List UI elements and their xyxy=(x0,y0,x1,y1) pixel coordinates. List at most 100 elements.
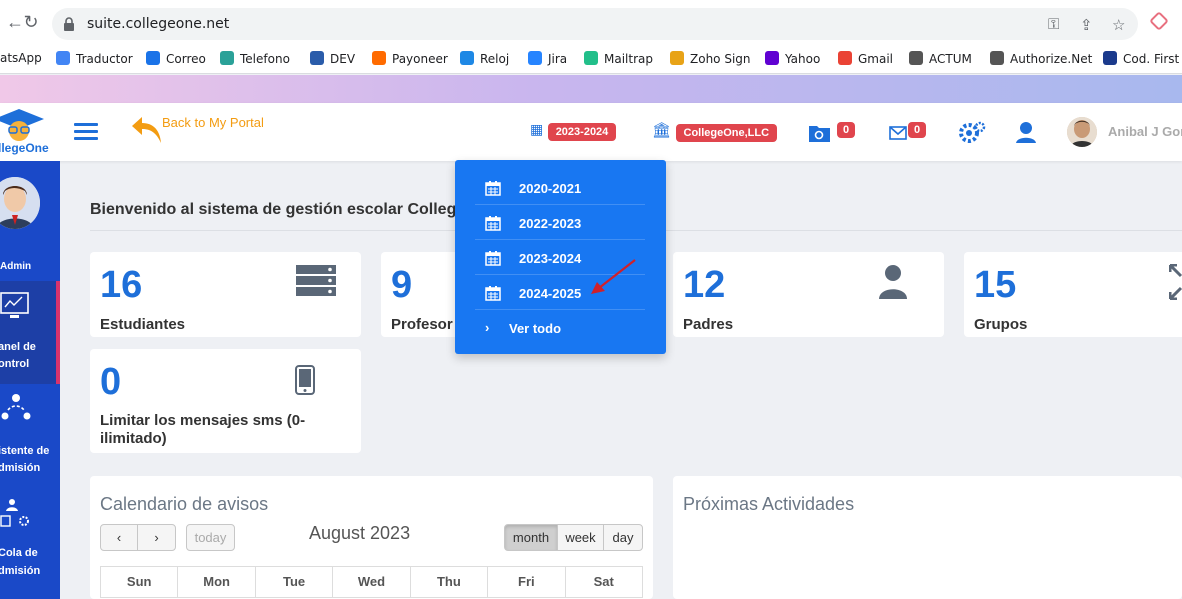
app-header: llegeOne Back to My Portal ▦ 2023-2024 🏛… xyxy=(0,103,1182,161)
weekday-cell: Tue xyxy=(256,567,334,597)
bookmark-6[interactable]: Reloj xyxy=(460,51,509,66)
stat-label: Profesor xyxy=(391,316,453,333)
browser-toolbar: ← ↻ suite.collegeone.net ⚿ ⇪ ☆ xyxy=(0,0,1182,46)
folder-search-icon xyxy=(809,126,830,142)
mobile-phone-icon xyxy=(295,365,315,395)
bookmark-label: Zoho Sign xyxy=(690,52,751,66)
calendar-icon: ▦ xyxy=(530,121,544,137)
key-icon[interactable]: ⚿ xyxy=(1048,16,1059,33)
calendar-view-week-button[interactable]: week xyxy=(557,524,604,551)
bookmark-13[interactable]: Authorize.Net xyxy=(990,51,1092,66)
bookmark-7[interactable]: Jira xyxy=(528,51,567,66)
bookmark-10[interactable]: Yahoo xyxy=(765,51,820,66)
mail-notifications[interactable]: 0 xyxy=(889,117,933,145)
extension-icon[interactable] xyxy=(1149,11,1169,31)
college-selector[interactable]: 🏛 CollegeOne,LLC xyxy=(652,121,778,142)
zoho-icon xyxy=(670,51,684,65)
folder-count-badge: 0 xyxy=(837,122,856,138)
expand-icon xyxy=(1169,264,1182,300)
stat-card-students[interactable]: 16 Estudiantes xyxy=(90,252,361,337)
bookmark-label: Payoneer xyxy=(392,52,448,66)
bookmark-label: Telefono xyxy=(240,52,290,66)
stat-label: Grupos xyxy=(974,316,1028,333)
activities-title: Próximas Actividades xyxy=(683,494,855,514)
star-icon[interactable]: ☆ xyxy=(1112,16,1125,34)
house-icon xyxy=(310,51,324,65)
user-icon xyxy=(879,265,907,299)
users-network-icon xyxy=(1,394,31,420)
collegeone-logo[interactable]: llegeOne xyxy=(0,103,60,161)
settings-gears-icon[interactable] xyxy=(958,120,986,146)
sidebar-avatar[interactable] xyxy=(0,177,40,229)
bookmark-9[interactable]: Zoho Sign xyxy=(670,51,751,66)
bookmark-2[interactable]: Correo xyxy=(146,51,206,66)
bookmark-label: Authorize.Net xyxy=(1010,52,1093,66)
upcoming-activities-panel: Próximas Actividades xyxy=(673,476,1182,599)
share-icon[interactable]: ⇪ xyxy=(1080,16,1093,34)
stat-card-parents[interactable]: 12 Padres xyxy=(673,252,944,337)
bookmark-11[interactable]: Gmail xyxy=(838,51,893,66)
dropdown-see-all-link[interactable]: › Ver todo xyxy=(475,310,645,345)
envelope-icon xyxy=(889,126,907,140)
bookmark-label: Jira xyxy=(548,52,568,66)
stat-label-line2: ilimitado) xyxy=(100,430,167,447)
calendar-view-day-button[interactable]: day xyxy=(603,524,643,551)
calendar-weekday-header: Sun Mon Tue Wed Thu Fri Sat xyxy=(100,566,643,598)
bookmark-12[interactable]: ACTUM xyxy=(909,51,972,66)
jira-icon xyxy=(528,51,542,65)
weekday-cell: Sun xyxy=(101,567,179,597)
mail-icon xyxy=(146,51,160,65)
stat-value: 15 xyxy=(974,264,1017,306)
clock-icon xyxy=(460,51,474,65)
calendar-today-button[interactable]: today xyxy=(186,524,235,551)
menu-toggle-icon[interactable] xyxy=(74,123,98,141)
calendar-icon xyxy=(485,251,501,266)
bookmark-label: atsApp xyxy=(0,51,42,65)
sidebar-item-admission-queue[interactable]: Cola de dmisión xyxy=(0,487,60,597)
calendar-prev-button[interactable]: ‹ xyxy=(100,524,138,551)
folder-notifications[interactable]: 0 xyxy=(808,117,868,145)
weekday-cell: Mon xyxy=(178,567,256,597)
calendar-icon xyxy=(485,286,501,301)
lock-icon xyxy=(64,17,74,31)
bookmark-0[interactable]: atsApp xyxy=(0,51,42,65)
bookmark-label: ACTUM xyxy=(929,52,972,66)
bookmark-1[interactable]: Traductor xyxy=(56,51,133,66)
support-agent-icon[interactable] xyxy=(1015,120,1037,144)
codefirst-icon xyxy=(1103,51,1117,65)
calendar-view-month-button[interactable]: month xyxy=(504,524,558,551)
stat-card-sms-limit[interactable]: 0 Limitar los mensajes sms (0- ilimitado… xyxy=(90,349,361,453)
bookmark-label: Correo xyxy=(166,52,206,66)
bookmark-14[interactable]: Cod. First I xyxy=(1103,51,1182,66)
back-to-portal-link[interactable]: Back to My Portal xyxy=(130,113,264,152)
weekday-cell: Wed xyxy=(333,567,411,597)
sidebar: Admin anel de ontrol istente de dmisión … xyxy=(0,161,60,599)
annotation-arrow-icon xyxy=(591,259,636,294)
yahoo-icon xyxy=(765,51,779,65)
sidebar-item-admission-assistant[interactable]: istente de dmisión xyxy=(0,384,60,487)
cloud-icon xyxy=(220,51,234,65)
google-icon xyxy=(56,51,70,65)
notice-calendar-panel: Calendario de avisos ‹ › today August 20… xyxy=(90,476,653,599)
dropdown-year-item[interactable]: 2020-2021 xyxy=(475,170,645,205)
dashboard-monitor-icon xyxy=(0,292,29,318)
bookmark-3[interactable]: Telefono xyxy=(220,51,290,66)
address-bar[interactable]: suite.collegeone.net ⚿ ⇪ ☆ xyxy=(52,8,1138,40)
stat-card-groups[interactable]: 15 Grupos xyxy=(964,252,1182,337)
stat-value: 0 xyxy=(100,361,122,403)
calendar-next-button[interactable]: › xyxy=(137,524,176,551)
stat-value: 9 xyxy=(391,264,413,306)
bookmark-4[interactable]: DEV xyxy=(310,51,355,66)
bookmark-label: Reloj xyxy=(480,52,510,66)
academic-year-selector[interactable]: ▦ 2023-2024 xyxy=(530,121,617,141)
user-name[interactable]: Anibal J Gon xyxy=(1108,124,1182,139)
bookmark-8[interactable]: Mailtrap xyxy=(584,51,653,66)
sidebar-item-control-panel[interactable]: anel de ontrol xyxy=(0,281,60,384)
dropdown-year-item[interactable]: 2022-2023 xyxy=(475,205,645,240)
calendar-icon xyxy=(485,181,501,196)
bookmark-5[interactable]: Payoneer xyxy=(372,51,448,66)
weekday-cell: Sat xyxy=(593,574,614,589)
bookmark-label: DEV xyxy=(330,52,356,66)
avatar[interactable] xyxy=(1067,117,1097,147)
reload-icon[interactable]: ↻ xyxy=(20,11,42,33)
